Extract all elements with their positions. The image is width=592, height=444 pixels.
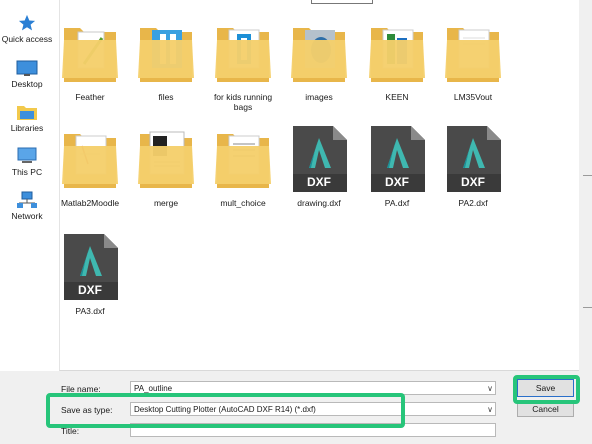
title-field[interactable] xyxy=(130,423,496,437)
folder-icon xyxy=(369,28,425,82)
file-name-label: merge xyxy=(153,198,179,208)
sidebar-item-network[interactable]: Network xyxy=(0,191,54,221)
file-name-label: KEEN xyxy=(385,92,409,102)
file-list-pane[interactable]: Feather files for kids running bags images K… xyxy=(59,0,581,371)
file-name-label: mult_choice xyxy=(220,198,266,208)
folder-icon xyxy=(138,131,194,188)
dxf-badge: DXF xyxy=(307,175,331,189)
folder-item[interactable]: for kids running bags xyxy=(205,18,281,112)
save-button[interactable]: Save xyxy=(517,379,574,397)
chevron-down-icon[interactable]: ∨ xyxy=(487,382,493,394)
cancel-button[interactable]: Cancel xyxy=(517,402,574,417)
file-name-label: drawing.dxf xyxy=(297,198,341,208)
sidebar-item-libraries[interactable]: Libraries xyxy=(0,103,54,133)
file-item[interactable]: DXF drawing.dxf xyxy=(281,124,357,208)
file-name-label: PA3.dxf xyxy=(75,306,105,316)
file-name-label: File name: xyxy=(61,384,101,394)
folder-icon xyxy=(291,28,347,82)
sidebar-item-label: Libraries xyxy=(10,123,44,133)
folder-item[interactable]: images xyxy=(281,18,357,102)
folder-icon xyxy=(445,28,501,82)
network-icon xyxy=(17,191,37,208)
dxf-badge: DXF xyxy=(461,175,485,189)
folder-item[interactable]: Matlab2Moodle xyxy=(52,124,128,208)
folder-item[interactable]: merge xyxy=(128,124,204,208)
folder-item[interactable]: Feather xyxy=(52,18,128,102)
file-name-label: PA2.dxf xyxy=(458,198,488,208)
sidebar-item-desktop[interactable]: Desktop xyxy=(0,60,54,89)
folder-item[interactable]: KEEN xyxy=(359,18,435,102)
sidebar-item-quick-access[interactable]: Quick access xyxy=(0,14,54,44)
file-name-label: LM35Vout xyxy=(453,92,493,102)
folder-icon xyxy=(138,28,194,82)
chevron-down-icon[interactable]: ∨ xyxy=(487,403,493,415)
file-name-value: PA_outline xyxy=(134,384,173,393)
divider xyxy=(583,307,592,308)
folder-item[interactable]: files xyxy=(128,18,204,102)
computer-icon xyxy=(17,147,37,163)
sidebar-item-label: This PC xyxy=(11,167,43,177)
file-item[interactable]: DXF PA.dxf xyxy=(359,124,435,208)
folder-item[interactable]: LM35Vout xyxy=(435,18,511,102)
sidebar-item-label: Quick access xyxy=(1,34,53,44)
sidebar-item-label: Desktop xyxy=(11,79,43,89)
divider xyxy=(583,175,592,176)
save-as-type-label: Save as type: xyxy=(61,405,113,415)
desktop-icon xyxy=(16,60,38,76)
folder-icon xyxy=(215,28,271,82)
save-as-type-select[interactable]: Desktop Cutting Plotter (AutoCAD DXF R14… xyxy=(130,402,496,416)
file-name-label: Matlab2Moodle xyxy=(60,198,120,208)
save-form: File name: PA_outline ∨ Save as type: De… xyxy=(0,371,579,444)
folder-icon xyxy=(215,134,271,188)
file-name-label: Feather xyxy=(75,92,105,102)
star-icon xyxy=(18,14,36,31)
libraries-icon xyxy=(17,106,37,120)
sidebar-item-this-pc[interactable]: This PC xyxy=(0,147,54,177)
file-name-field[interactable]: PA_outline ∨ xyxy=(130,381,496,395)
file-name-label: PA.dxf xyxy=(384,198,410,208)
file-item[interactable]: DXF PA2.dxf xyxy=(435,124,511,208)
dxf-badge: DXF xyxy=(78,283,102,297)
file-name-label: for kids running bags xyxy=(213,92,273,112)
dxf-badge: DXF xyxy=(385,175,409,189)
file-name-label: files xyxy=(158,92,174,102)
sidebar-item-label: Network xyxy=(11,211,43,221)
title-label: Title: xyxy=(61,426,80,436)
file-name-label: images xyxy=(305,92,333,102)
folder-item[interactable]: mult_choice xyxy=(205,124,281,208)
scrollbar[interactable] xyxy=(579,0,592,444)
save-as-type-value: Desktop Cutting Plotter (AutoCAD DXF R14… xyxy=(134,405,316,414)
folder-icon xyxy=(62,28,118,82)
toolbar-edge xyxy=(311,0,373,4)
folder-icon xyxy=(62,134,118,188)
file-item[interactable]: DXF PA3.dxf xyxy=(52,232,128,316)
